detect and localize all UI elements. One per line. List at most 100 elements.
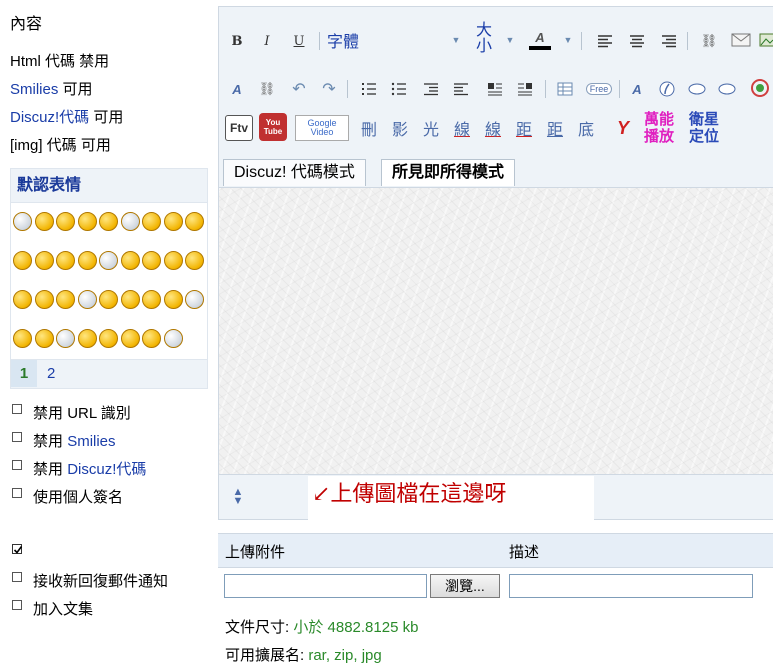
special-format-button[interactable]: 刪 xyxy=(357,117,381,139)
float-left-icon[interactable] xyxy=(485,79,505,99)
free-icon[interactable]: Free xyxy=(585,79,613,99)
smiley-icon[interactable] xyxy=(99,329,118,348)
special-format-button[interactable]: 光 xyxy=(419,117,443,139)
font-size-select[interactable]: 大小 xyxy=(469,13,493,61)
smiley-icon[interactable] xyxy=(142,251,161,270)
smiley-icon[interactable] xyxy=(185,290,204,309)
smilies-link[interactable]: Smilies xyxy=(10,81,58,98)
disable-url-checkbox[interactable] xyxy=(12,404,22,414)
smilies-page-2[interactable]: 2 xyxy=(47,365,55,382)
file-path-input[interactable] xyxy=(224,574,427,598)
smiley-icon[interactable] xyxy=(77,251,97,270)
smiley-icon[interactable] xyxy=(56,329,75,348)
editor-content-area[interactable] xyxy=(219,187,773,475)
align-center-icon[interactable] xyxy=(627,31,647,51)
color-wheel-icon[interactable] xyxy=(749,77,771,99)
smiley-icon[interactable] xyxy=(56,212,75,231)
smiley-icon[interactable] xyxy=(163,290,183,309)
smiley-icon[interactable] xyxy=(99,251,118,270)
link-icon[interactable]: ⛓ xyxy=(699,31,719,51)
smiley-icon[interactable] xyxy=(34,251,54,270)
tab-wysiwyg-mode[interactable]: 所見即所得模式 xyxy=(381,159,516,186)
google-video-icon[interactable]: Google Video xyxy=(295,115,349,141)
browse-button[interactable]: 瀏覽... xyxy=(430,574,500,598)
smilies-value: 可用 xyxy=(62,81,93,98)
smiley-icon[interactable] xyxy=(34,290,54,309)
smiley-icon[interactable] xyxy=(142,290,161,309)
indent-icon[interactable] xyxy=(451,79,471,99)
y-icon[interactable]: Y xyxy=(613,117,633,139)
unlink-icon[interactable]: ⛓ xyxy=(257,79,277,99)
smiley-icon[interactable] xyxy=(56,290,75,309)
smiley-icon[interactable] xyxy=(13,290,32,309)
reply-notify-checkbox[interactable] xyxy=(12,572,22,582)
smiley-icon[interactable] xyxy=(163,212,183,231)
image-icon[interactable] xyxy=(759,29,773,51)
disable-discuz-checkbox[interactable] xyxy=(12,460,22,470)
special-format-button[interactable]: 距 xyxy=(512,117,536,139)
description-input[interactable] xyxy=(509,574,753,598)
checked-checkbox[interactable] xyxy=(12,544,23,554)
smiley-icon[interactable] xyxy=(120,251,140,270)
smiley-icon[interactable] xyxy=(120,212,140,231)
special-format-button[interactable]: 線 xyxy=(450,117,474,139)
smiley-icon[interactable] xyxy=(185,212,204,231)
undo-icon[interactable]: ↶ xyxy=(289,79,309,99)
ftv-icon[interactable]: Ftv xyxy=(225,115,253,141)
smiley-icon[interactable] xyxy=(13,212,32,231)
smiley-icon[interactable] xyxy=(34,329,54,348)
float-right-icon[interactable] xyxy=(515,79,535,99)
smiley-icon[interactable] xyxy=(13,329,32,348)
align-left-icon[interactable] xyxy=(595,31,615,51)
resize-toggle-icon[interactable]: ▲ ▼ xyxy=(227,485,249,509)
smiley-icon[interactable] xyxy=(34,212,54,231)
bold-button[interactable]: B xyxy=(227,31,247,51)
smilies-status: Smilies 可用 xyxy=(10,78,93,99)
universal-player-button[interactable]: 萬能 播放 xyxy=(641,109,677,147)
description-header: 描述 xyxy=(509,544,540,561)
email-icon[interactable] xyxy=(729,29,753,51)
smiley-icon[interactable] xyxy=(120,290,140,309)
special-format-button[interactable]: 影 xyxy=(388,117,412,139)
smiley-icon[interactable] xyxy=(185,251,204,270)
special-format-button[interactable]: 線 xyxy=(481,117,505,139)
underline-button[interactable]: U xyxy=(289,31,309,51)
windows-media-icon[interactable] xyxy=(717,79,737,99)
add-to-collection-checkbox[interactable] xyxy=(12,600,22,610)
text-style-icon[interactable]: A xyxy=(627,79,647,99)
italic-button[interactable]: I xyxy=(257,31,277,51)
special-format-button[interactable]: 底 xyxy=(574,117,598,139)
smiley-icon[interactable] xyxy=(163,329,183,348)
special-format-button[interactable]: 距 xyxy=(543,117,567,139)
smiley-icon[interactable] xyxy=(99,212,118,231)
satellite-map-button[interactable]: 衛星 定位 xyxy=(685,109,723,147)
smiley-icon[interactable] xyxy=(142,329,161,348)
smiley-icon[interactable] xyxy=(163,251,183,270)
disable-smilies-checkbox[interactable] xyxy=(12,432,22,442)
tab-discuz-code-mode[interactable]: Discuz! 代碼模式 xyxy=(223,159,366,186)
font-color-button[interactable]: A xyxy=(527,27,553,53)
youtube-icon[interactable]: You Tube xyxy=(259,113,287,141)
smiley-icon[interactable] xyxy=(142,212,161,231)
redo-icon[interactable]: ↷ xyxy=(319,79,339,99)
smiley-icon[interactable] xyxy=(99,290,118,309)
ordered-list-icon[interactable] xyxy=(359,79,379,99)
flash-icon[interactable] xyxy=(657,79,677,99)
unordered-list-icon[interactable] xyxy=(389,79,409,99)
smilies-page-1[interactable]: 1 xyxy=(11,360,37,387)
smiley-icon[interactable] xyxy=(77,329,97,348)
rich-text-editor: B I U 字體 ▼ 大小 ▼ A ▼ ⛓ A ⛓ ↶ ↷ Free A Ftv… xyxy=(218,6,773,520)
outdent-icon[interactable] xyxy=(421,79,441,99)
table-icon[interactable] xyxy=(555,79,575,99)
use-signature-checkbox[interactable] xyxy=(12,488,22,498)
smiley-icon[interactable] xyxy=(120,329,140,348)
smiley-icon[interactable] xyxy=(13,251,32,270)
discuz-link[interactable]: Discuz!代碼 xyxy=(10,109,89,126)
smiley-icon[interactable] xyxy=(56,251,75,270)
real-media-icon[interactable] xyxy=(687,79,707,99)
smiley-icon[interactable] xyxy=(77,290,97,309)
remove-format-icon[interactable]: A xyxy=(227,79,247,99)
smiley-icon[interactable] xyxy=(77,212,97,231)
font-family-select[interactable]: 字體 xyxy=(327,29,467,51)
align-right-icon[interactable] xyxy=(659,31,679,51)
